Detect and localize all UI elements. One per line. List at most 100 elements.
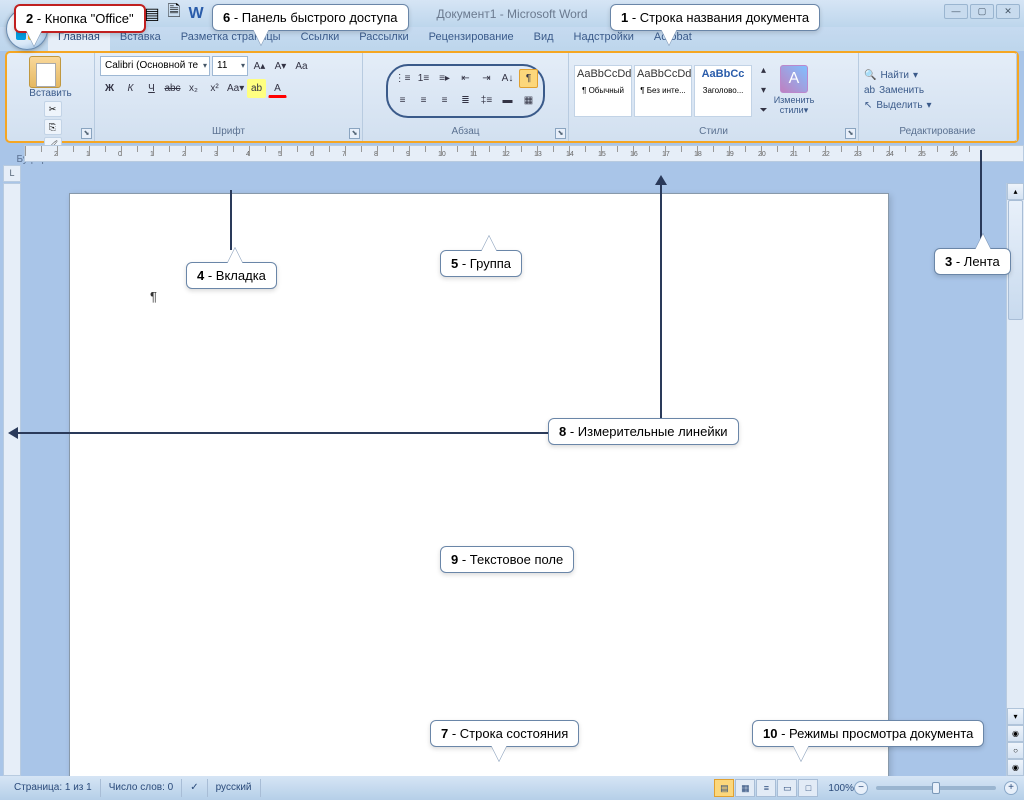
zoom-slider-thumb[interactable] xyxy=(932,782,940,794)
prev-page-icon[interactable]: ◉ xyxy=(1007,725,1024,742)
status-bar: Страница: 1 из 1 Число слов: 0 ✓ русский… xyxy=(0,776,1024,800)
clipboard-dialog-launcher[interactable]: ⬊ xyxy=(81,128,92,139)
align-left-icon[interactable]: ≡ xyxy=(393,91,412,110)
decrease-indent-icon[interactable]: ⇤ xyxy=(456,69,475,88)
status-page[interactable]: Страница: 1 из 1 xyxy=(6,779,101,797)
align-center-icon[interactable]: ≡ xyxy=(414,91,433,110)
horizontal-ruler[interactable]: 3210123456789101112131415161718192021222… xyxy=(24,145,1024,162)
group-paragraph: ⋮≡ 1≡ ≡▸ ⇤ ⇥ A↓ ¶ ≡ ≡ ≡ ≣ ‡≡ ▬ ▦ xyxy=(363,53,569,141)
view-mode-buttons: ▤ ▦ ≡ ▭ □ xyxy=(714,779,818,797)
zoom-label[interactable]: 100% xyxy=(828,783,854,794)
group-editing: 🔍Найти ▾ abЗаменить ↖Выделить ▾ Редактир… xyxy=(859,53,1017,141)
maximize-button[interactable]: ▢ xyxy=(970,4,994,19)
word-icon[interactable]: W xyxy=(186,4,206,24)
scroll-up-icon[interactable]: ▴ xyxy=(1007,183,1024,200)
callout-9: 9 - Текстовое поле xyxy=(440,546,574,573)
paste-icon[interactable] xyxy=(29,56,61,88)
ribbon-tabs: Главная Вставка Разметка страницы Ссылки… xyxy=(0,27,1024,51)
callout-7: 7 - Строка состояния xyxy=(430,720,579,747)
minimize-button[interactable]: — xyxy=(944,4,968,19)
justify-icon[interactable]: ≣ xyxy=(456,91,475,110)
grow-font-icon[interactable]: A▴ xyxy=(250,57,269,76)
italic-icon[interactable]: К xyxy=(121,79,140,98)
sort-icon[interactable]: A↓ xyxy=(498,69,517,88)
borders-icon[interactable]: ▦ xyxy=(519,91,538,110)
callout-8: 8 - Измерительные линейки xyxy=(548,418,739,445)
superscript-icon[interactable]: x² xyxy=(205,79,224,98)
align-right-icon[interactable]: ≡ xyxy=(435,91,454,110)
copy-icon[interactable]: ⎘ xyxy=(44,119,62,135)
select-button[interactable]: ↖Выделить ▾ xyxy=(864,98,1011,113)
replace-icon: ab xyxy=(864,85,875,96)
zoom-slider[interactable] xyxy=(876,786,996,790)
next-page-icon[interactable]: ◉ xyxy=(1007,759,1024,776)
callout-2: 2 - Кнопка "Office" xyxy=(14,4,146,33)
line-spacing-icon[interactable]: ‡≡ xyxy=(477,91,496,110)
callout-3: 3 - Лента xyxy=(934,248,1011,275)
increase-indent-icon[interactable]: ⇥ xyxy=(477,69,496,88)
font-dialog-launcher[interactable]: ⬊ xyxy=(349,128,360,139)
tab-review[interactable]: Рецензирование xyxy=(419,27,524,51)
paragraph-mark: ¶ xyxy=(150,289,157,304)
find-button[interactable]: 🔍Найти ▾ xyxy=(864,68,1011,83)
styles-group-label: Стили xyxy=(574,125,853,139)
close-button[interactable]: ✕ xyxy=(996,4,1020,19)
multilevel-icon[interactable]: ≡▸ xyxy=(435,69,454,88)
show-marks-icon[interactable]: ¶ xyxy=(519,69,538,88)
callout-5: 5 - Группа xyxy=(440,250,522,277)
find-icon: 🔍 xyxy=(864,70,876,81)
vertical-ruler[interactable] xyxy=(3,183,21,776)
scroll-down-icon[interactable]: ▾ xyxy=(1007,708,1024,725)
callout-4: 4 - Вкладка xyxy=(186,262,277,289)
subscript-icon[interactable]: x₂ xyxy=(184,79,203,98)
style-normal[interactable]: AaBbCcDd¶ Обычный xyxy=(574,65,632,117)
font-group-label: Шрифт xyxy=(100,125,357,139)
browse-object-icon[interactable]: ○ xyxy=(1007,742,1024,759)
tab-view[interactable]: Вид xyxy=(524,27,564,51)
preview-icon[interactable]: 🗎 xyxy=(164,4,184,24)
shrink-font-icon[interactable]: A▾ xyxy=(271,57,290,76)
change-styles-button[interactable]: A Изменить стили▾ xyxy=(770,65,818,116)
cut-icon[interactable]: ✂ xyxy=(44,101,62,117)
replace-button[interactable]: abЗаменить xyxy=(864,83,1011,98)
view-full-reading[interactable]: ▦ xyxy=(735,779,755,797)
callout-1: 1 - Строка названия документа xyxy=(610,4,820,31)
paragraph-group-label: Абзац xyxy=(368,125,563,139)
document-title: Документ1 - Microsoft Word xyxy=(436,7,587,21)
ribbon: Вставить ✂ ⎘ 🖌 Буфер обмена ⬊ Calibri (О… xyxy=(5,51,1019,143)
view-draft[interactable]: □ xyxy=(798,779,818,797)
highlight-icon[interactable]: ab xyxy=(247,79,266,98)
paragraph-dialog-launcher[interactable]: ⬊ xyxy=(555,128,566,139)
select-icon: ↖ xyxy=(864,100,872,111)
font-name-combo[interactable]: Calibri (Основной те xyxy=(100,56,210,76)
status-language[interactable]: русский xyxy=(208,779,261,797)
bold-icon[interactable]: Ж xyxy=(100,79,119,98)
status-words[interactable]: Число слов: 0 xyxy=(101,779,182,797)
group-styles: AaBbCcDd¶ Обычный AaBbCcDd¶ Без инте... … xyxy=(569,53,859,141)
callout-10: 10 - Режимы просмотра документа xyxy=(752,720,984,747)
style-heading1[interactable]: AaBbCcЗаголово... xyxy=(694,65,752,117)
callout-6: 6 - Панель быстрого доступа xyxy=(212,4,409,31)
clear-format-icon[interactable]: Aa xyxy=(292,57,311,76)
zoom-in-button[interactable]: + xyxy=(1004,781,1018,795)
font-size-combo[interactable]: 11 xyxy=(212,56,248,76)
numbering-icon[interactable]: 1≡ xyxy=(414,69,433,88)
view-outline[interactable]: ▭ xyxy=(777,779,797,797)
view-web-layout[interactable]: ≡ xyxy=(756,779,776,797)
shading-icon[interactable]: ▬ xyxy=(498,91,517,110)
change-case-icon[interactable]: Aa▾ xyxy=(226,79,245,98)
view-print-layout[interactable]: ▤ xyxy=(714,779,734,797)
editing-group-label: Редактирование xyxy=(864,125,1011,139)
style-nospacing[interactable]: AaBbCcDd¶ Без инте... xyxy=(634,65,692,117)
styles-dialog-launcher[interactable]: ⬊ xyxy=(845,128,856,139)
font-color-icon[interactable]: A xyxy=(268,79,287,98)
zoom-out-button[interactable]: − xyxy=(854,781,868,795)
title-bar: 💾 ↶ ↷ ▦ ▤ 🗎 W ▾ Документ1 - Microsoft Wo… xyxy=(0,0,1024,27)
change-styles-icon: A xyxy=(780,65,808,93)
bullets-icon[interactable]: ⋮≡ xyxy=(393,69,412,88)
group-clipboard: Вставить ✂ ⎘ 🖌 Буфер обмена ⬊ xyxy=(7,53,95,141)
strike-icon[interactable]: abc xyxy=(163,79,182,98)
underline-icon[interactable]: Ч xyxy=(142,79,161,98)
ruler-corner[interactable]: L xyxy=(3,165,21,182)
status-spellcheck-icon[interactable]: ✓ xyxy=(182,779,207,797)
